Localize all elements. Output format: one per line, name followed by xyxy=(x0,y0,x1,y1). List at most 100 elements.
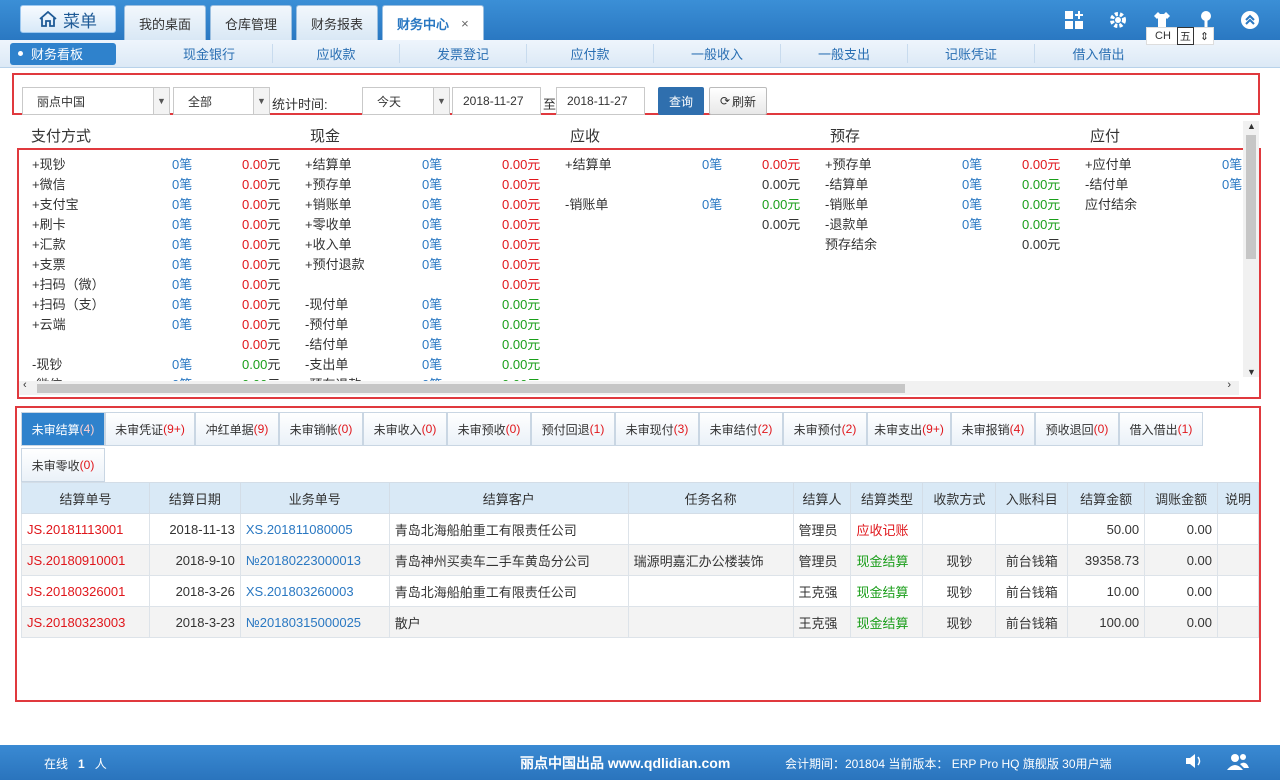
cash-amount: 0.00元 xyxy=(502,257,541,272)
subnav-payable[interactable]: 应付款 xyxy=(527,44,654,63)
pay-amount-unit: 元 xyxy=(267,357,281,372)
column-header[interactable]: 结算客户 xyxy=(388,482,629,514)
gear-icon[interactable] xyxy=(1108,10,1128,30)
grid-add-icon[interactable] xyxy=(1064,10,1084,30)
list-tab[interactable]: 未审结算 (4) xyxy=(21,412,105,446)
column-header[interactable]: 结算金额 xyxy=(1067,482,1146,514)
column-header[interactable]: 任务名称 xyxy=(627,482,794,514)
prestore-amount: 0.00元 xyxy=(1022,197,1061,212)
table-row[interactable]: JS.20180326001 2018-3-26 XS.201803260003 青岛… xyxy=(21,575,1259,607)
subnav-cash-bank[interactable]: 现金银行 xyxy=(146,44,273,63)
collapse-up-icon[interactable] xyxy=(1240,10,1260,30)
column-header[interactable]: 业务单号 xyxy=(239,482,390,514)
business-no-link[interactable]: №20180223000013 xyxy=(239,544,390,576)
list-tab[interactable]: 冲红单据 (9) xyxy=(195,412,279,446)
column-header[interactable]: 结算日期 xyxy=(148,482,241,514)
chevron-down-icon[interactable]: ▼ xyxy=(1247,367,1256,377)
list-tab[interactable]: 未审现付 (3) xyxy=(615,412,699,446)
close-icon[interactable]: × xyxy=(461,16,469,31)
table-row[interactable]: JS.20181113001 2018-11-13 XS.201811080005 青… xyxy=(21,513,1259,545)
list-tab[interactable]: 未审零收 (0) xyxy=(21,448,105,482)
tab-finance-center[interactable]: 财务中心 × xyxy=(382,5,484,41)
pay-amount-value: 0.00 xyxy=(242,357,268,372)
settlement-no-link[interactable]: JS.20180326001 xyxy=(21,575,150,607)
subnav-finance-dashboard[interactable]: 财务看板 xyxy=(10,42,116,65)
list-tab[interactable]: 未审凭证 (9+) xyxy=(105,412,195,446)
list-tab-label: 未审结算 xyxy=(31,422,80,437)
list-tab[interactable]: 未审结付 (2) xyxy=(699,412,783,446)
brand-text: 丽点中国出品 www.qdlidian.com xyxy=(520,755,731,771)
refresh-icon: ⟳ xyxy=(719,94,731,108)
pay-count: 0笔 xyxy=(172,317,193,332)
table-cell: 现金结算 xyxy=(850,606,924,638)
tab-finance-report[interactable]: 财务报表 xyxy=(296,5,379,40)
date-from-input[interactable]: 2018-11-27 xyxy=(452,87,541,115)
chevron-up-icon[interactable]: ▲ xyxy=(1247,121,1256,131)
subnav-receivable[interactable]: 应收款 xyxy=(273,44,400,63)
table-cell: 39358.73 xyxy=(1067,544,1146,576)
users-icon[interactable] xyxy=(1226,752,1250,775)
speaker-icon[interactable] xyxy=(1184,752,1204,773)
table-cell: 现钞 xyxy=(922,575,997,607)
chevron-right-icon[interactable]: › xyxy=(1227,379,1231,391)
query-button[interactable]: 查询 xyxy=(658,87,704,115)
column-header[interactable]: 入账科目 xyxy=(995,482,1069,514)
pay-amount-unit: 元 xyxy=(267,197,281,212)
list-tab[interactable]: 未审报销 (4) xyxy=(951,412,1035,446)
prestore-label: -退款单 xyxy=(825,217,869,232)
business-no-link[interactable]: №20180315000025 xyxy=(239,606,390,638)
tab-warehouse[interactable]: 仓库管理 xyxy=(210,5,293,40)
settlement-no-link[interactable]: JS.20181113001 xyxy=(21,513,150,545)
table-row[interactable]: JS.20180910001 2018-9-10 №20180223000013 青岛… xyxy=(21,544,1259,576)
list-tab[interactable]: 未审收入 (0) xyxy=(363,412,447,446)
subnav-voucher[interactable]: 记账凭证 xyxy=(908,44,1035,63)
column-header[interactable]: 说明 xyxy=(1217,482,1259,514)
store-select[interactable]: 丽点中国 ▼ xyxy=(22,87,170,115)
list-tab[interactable]: 未审支出 (9+) xyxy=(867,412,951,446)
subnav-invoice[interactable]: 发票登记 xyxy=(400,44,527,63)
menu-button[interactable]: 菜单 xyxy=(20,5,116,33)
table-cell: 青岛神州买卖车二手车黄岛分公司 xyxy=(388,544,629,576)
settlement-no-link[interactable]: JS.20180910001 xyxy=(21,544,150,576)
column-header[interactable]: 结算人 xyxy=(792,482,852,514)
table-cell: 2018-3-26 xyxy=(148,575,241,607)
scroll-thumb[interactable] xyxy=(1246,135,1256,259)
column-header[interactable]: 收款方式 xyxy=(922,482,997,514)
column-header[interactable]: 结算类型 xyxy=(850,482,924,514)
vertical-scrollbar[interactable]: ▲ ▼ xyxy=(1243,121,1259,377)
list-tab[interactable]: 未审预付 (2) xyxy=(783,412,867,446)
column-header[interactable]: 调账金额 xyxy=(1144,482,1218,514)
subnav-general-expense[interactable]: 一般支出 xyxy=(781,44,908,63)
scope-select[interactable]: 全部 ▼ xyxy=(173,87,270,115)
list-tab[interactable]: 未审销帐 (0) xyxy=(279,412,363,446)
table-cell: 散户 xyxy=(388,606,629,638)
list-tab-label: 未审凭证 xyxy=(115,422,164,437)
list-tab[interactable]: 借入借出 (1) xyxy=(1119,412,1203,446)
business-no-link[interactable]: XS.201811080005 xyxy=(239,513,390,545)
list-tab[interactable]: 未审预收 (0) xyxy=(447,412,531,446)
list-tab[interactable]: 预收退回 (0) xyxy=(1035,412,1119,446)
list-tab-count: (2) xyxy=(757,422,773,436)
scroll-thumb[interactable] xyxy=(37,384,905,393)
table-cell: 10.00 xyxy=(1067,575,1146,607)
horizontal-scrollbar[interactable]: ‹ › xyxy=(19,379,1239,395)
business-no-link[interactable]: XS.201803260003 xyxy=(239,575,390,607)
chevron-left-icon[interactable]: ‹ xyxy=(23,379,27,391)
column-header[interactable]: 结算单号 xyxy=(21,482,150,514)
period-select[interactable]: 今天 ▼ xyxy=(362,87,450,115)
store-value: 丽点中国 xyxy=(37,94,86,109)
list-tab[interactable]: 预付回退 (1) xyxy=(531,412,615,446)
refresh-button[interactable]: ⟳ 刷新 xyxy=(709,87,767,115)
table-row[interactable]: JS.20180323003 2018-3-23 №20180315000025 散户… xyxy=(21,606,1259,638)
recv-amount: 0.00元 xyxy=(762,177,801,192)
pay-amount-unit: 元 xyxy=(267,237,281,252)
prestore-count: 0笔 xyxy=(962,177,983,192)
date-to-input[interactable]: 2018-11-27 xyxy=(556,87,645,115)
table-cell: 现金结算 xyxy=(850,544,924,576)
settlement-no-link[interactable]: JS.20180323003 xyxy=(21,606,150,638)
list-tab-label: 预付回退 xyxy=(541,422,590,437)
tab-desktop[interactable]: 我的桌面 xyxy=(124,5,207,40)
subnav-general-income[interactable]: 一般收入 xyxy=(654,44,781,63)
subnav-borrow-lend[interactable]: 借入借出 xyxy=(1035,44,1162,63)
cash-amount: 0.00元 xyxy=(502,357,541,372)
